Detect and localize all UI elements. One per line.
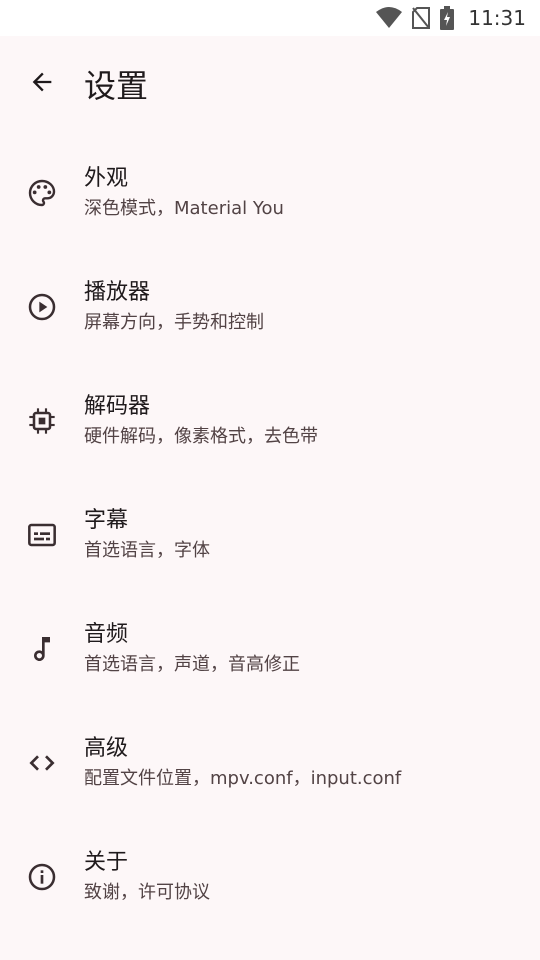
settings-list: 外观 深色模式，Material You 播放器 屏幕方向，手势和控制 解码器 …: [0, 136, 540, 934]
settings-item-title: 关于: [84, 850, 129, 875]
settings-item-title: 解码器: [84, 394, 151, 419]
settings-item-subtitle: 配置文件位置，mpv.conf，input.conf: [84, 768, 402, 789]
palette-icon: [24, 175, 60, 211]
settings-item-title: 音频: [84, 622, 129, 647]
wifi-icon: [376, 7, 403, 29]
no-sim-icon: [412, 7, 431, 29]
app-bar: 设置: [0, 36, 540, 132]
settings-item-appearance[interactable]: 外观 深色模式，Material You: [0, 136, 540, 250]
play-circle-icon: [24, 289, 60, 325]
settings-item-about[interactable]: 关于 致谢，许可协议: [0, 820, 540, 934]
arrow-back-icon: [28, 68, 56, 100]
settings-item-subtitle: 屏幕方向，手势和控制: [84, 312, 264, 333]
music-note-icon: [24, 631, 60, 667]
page-title: 设置: [84, 67, 149, 105]
battery-charging-icon: [440, 6, 455, 30]
settings-item-title: 外观: [84, 166, 129, 191]
subtitles-icon: [24, 517, 60, 553]
chip-icon: [24, 403, 60, 439]
settings-item-subtitles[interactable]: 字幕 首选语言，字体: [0, 478, 540, 592]
settings-item-decoder[interactable]: 解码器 硬件解码，像素格式，去色带: [0, 364, 540, 478]
info-icon: [24, 859, 60, 895]
settings-item-subtitle: 硬件解码，像素格式，去色带: [84, 426, 318, 447]
settings-item-subtitle: 首选语言，字体: [84, 540, 210, 561]
back-button[interactable]: [24, 66, 60, 102]
settings-item-subtitle: 致谢，许可协议: [84, 882, 210, 903]
status-bar: 11:31: [0, 0, 540, 36]
settings-item-advanced[interactable]: 高级 配置文件位置，mpv.conf，input.conf: [0, 706, 540, 820]
code-icon: [24, 745, 60, 781]
status-time: 11:31: [468, 6, 526, 30]
settings-item-title: 播放器: [84, 280, 151, 305]
settings-item-subtitle: 首选语言，声道，音高修正: [84, 654, 300, 675]
settings-item-subtitle: 深色模式，Material You: [84, 198, 284, 219]
settings-item-title: 字幕: [84, 508, 129, 533]
settings-item-audio[interactable]: 音频 首选语言，声道，音高修正: [0, 592, 540, 706]
settings-item-player[interactable]: 播放器 屏幕方向，手势和控制: [0, 250, 540, 364]
settings-item-title: 高级: [84, 736, 129, 761]
